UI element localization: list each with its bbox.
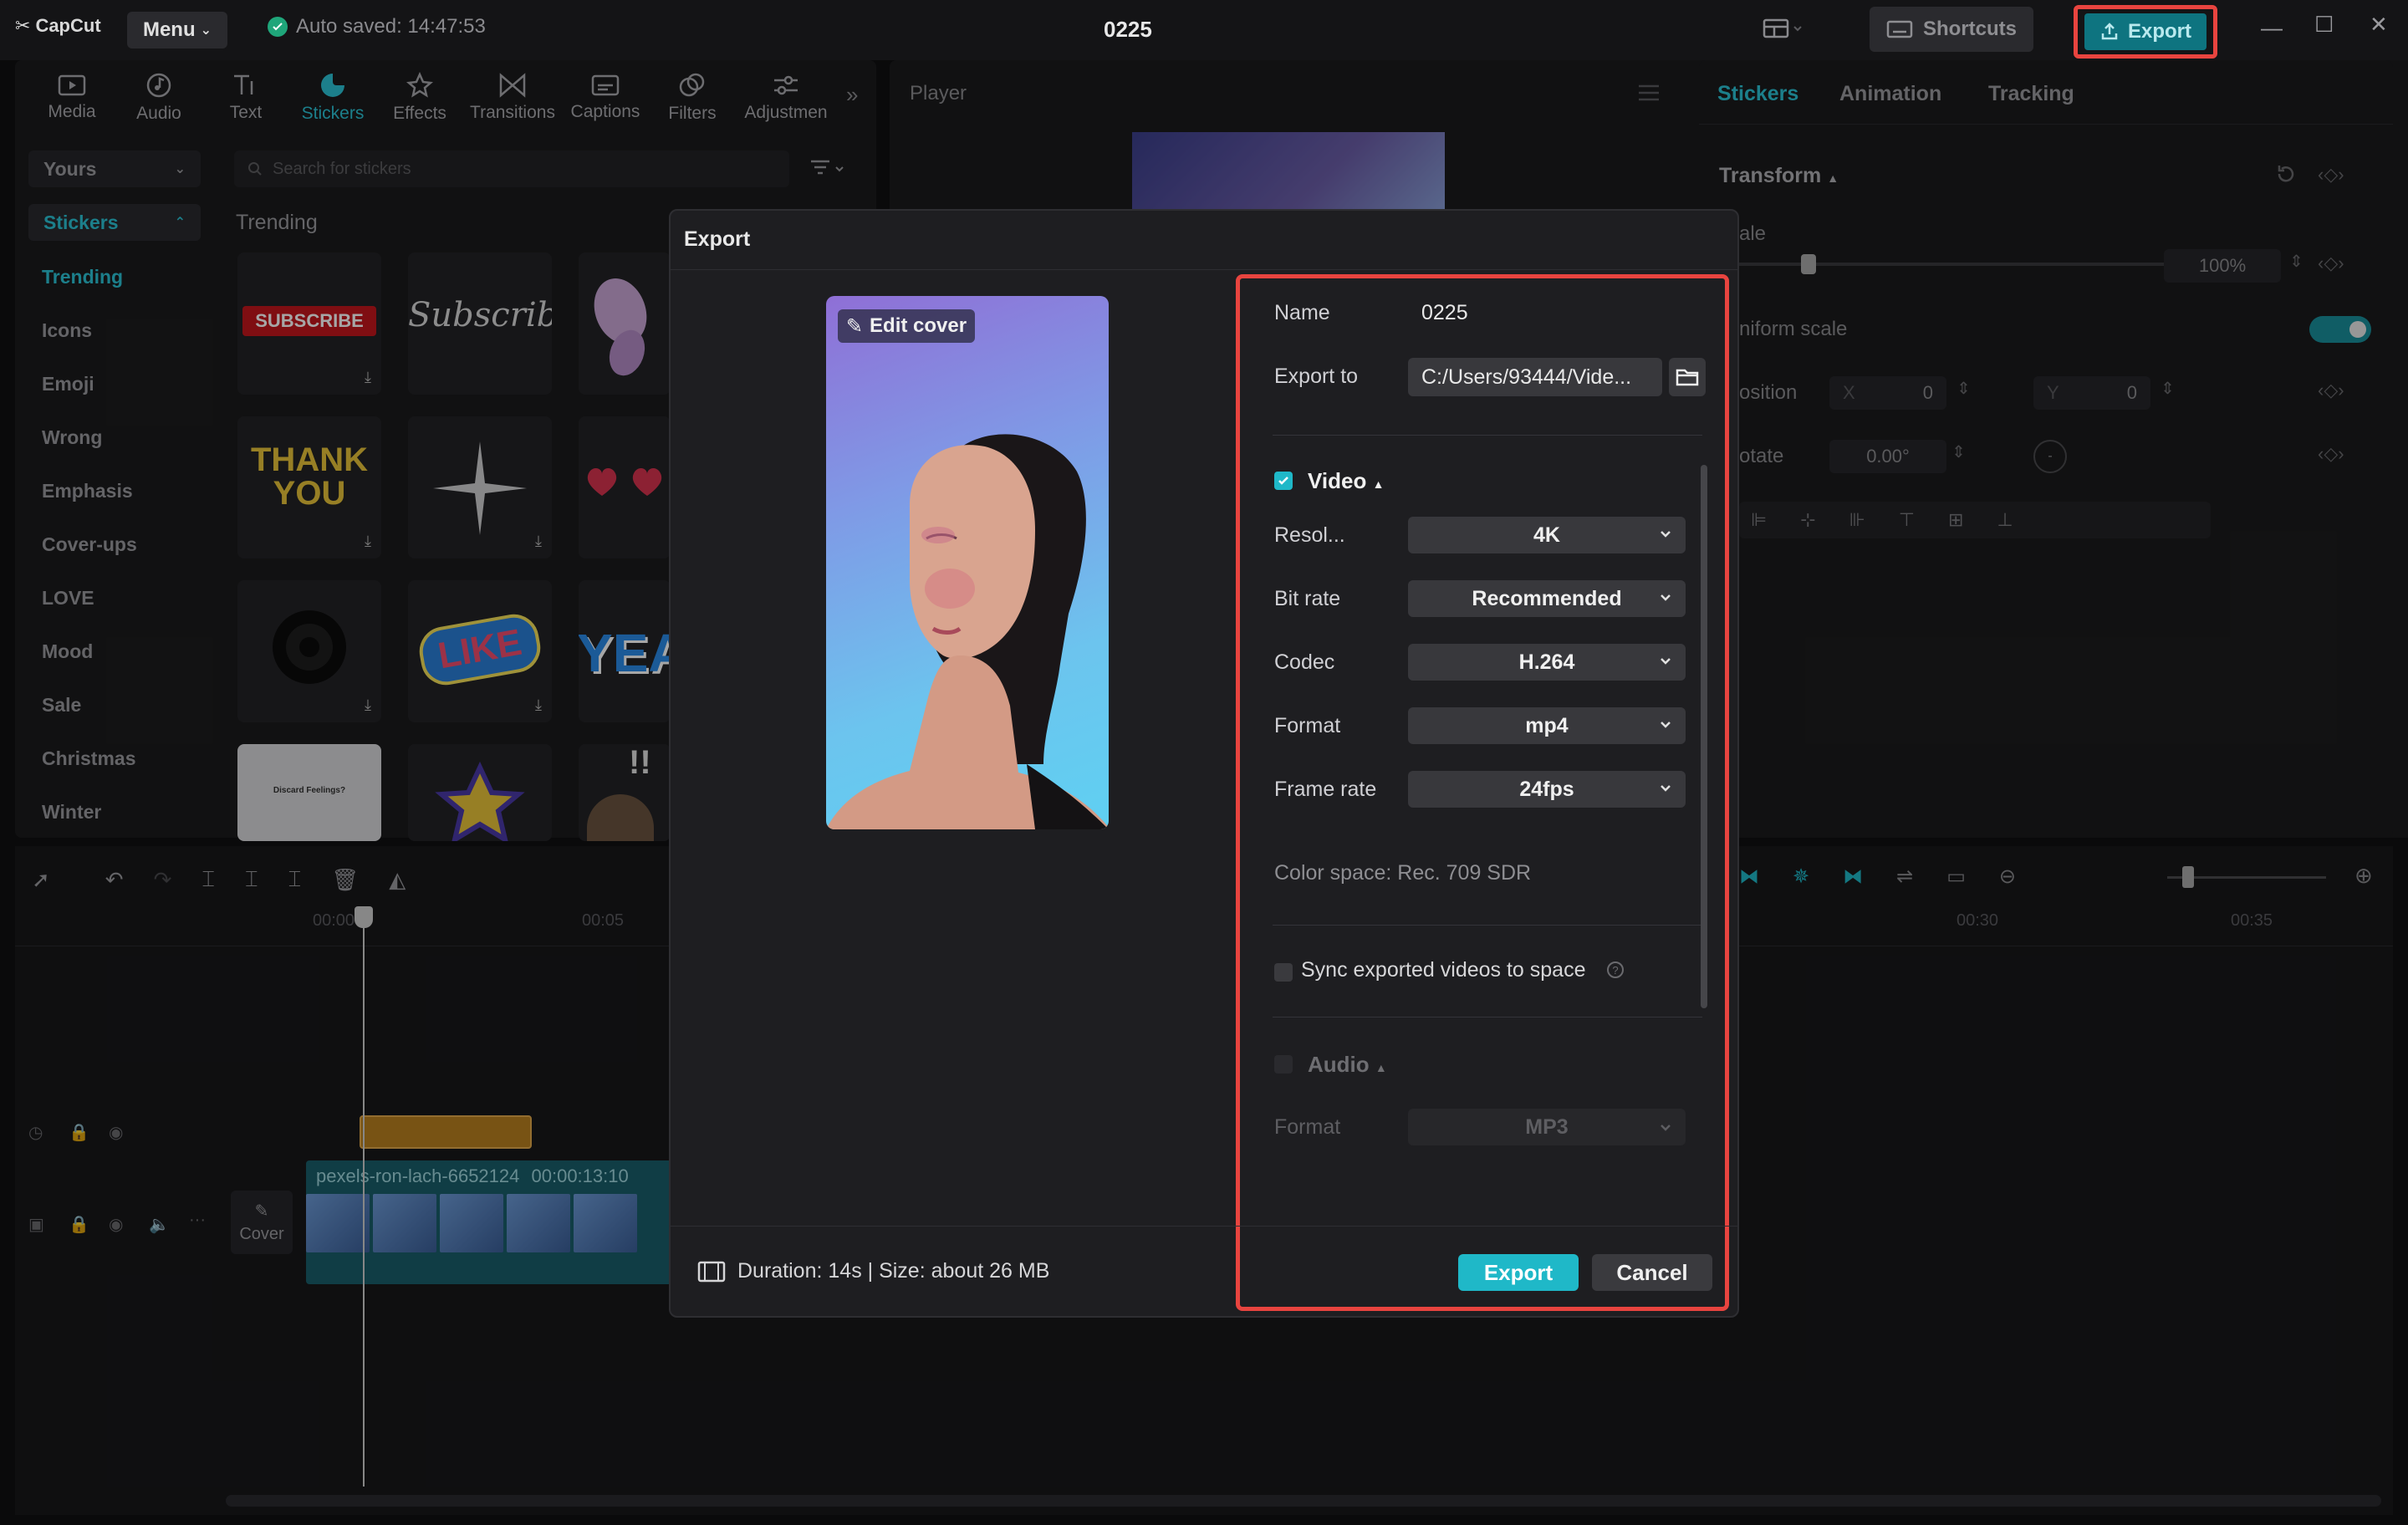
chevron-down-icon (1661, 722, 1671, 728)
name-label: Name (1274, 301, 1330, 324)
layout-icon[interactable] (1763, 17, 1803, 42)
frame-rate-dropdown[interactable]: 24fps (1408, 771, 1686, 808)
dialog-footer-divider (671, 1226, 1737, 1227)
caret-up-icon: ▲ (1375, 1061, 1387, 1074)
chevron-down-icon (1661, 1125, 1671, 1131)
name-input[interactable]: 0225 (1421, 301, 1468, 325)
resolution-dropdown[interactable]: 4K (1408, 517, 1686, 553)
section-divider (1273, 1017, 1702, 1018)
codec-dropdown[interactable]: H.264 (1408, 644, 1686, 681)
settings-scrollbar[interactable] (1701, 465, 1707, 1008)
film-icon (697, 1261, 726, 1282)
section-divider (1273, 435, 1702, 436)
shortcuts-button[interactable]: Shortcuts (1870, 7, 2033, 52)
video-checkbox[interactable] (1274, 472, 1293, 490)
export-button[interactable]: Export (1458, 1254, 1579, 1291)
export-path-input[interactable]: C:/Users/93444/Vide... (1408, 358, 1662, 396)
capcut-logo-icon: ✂ (15, 15, 31, 36)
chevron-down-icon (1661, 531, 1671, 538)
dialog-title: Export (684, 227, 751, 251)
export-to-label: Export to (1274, 365, 1359, 388)
video-section-header[interactable]: Video ▲ (1308, 468, 1384, 494)
folder-icon[interactable] (1669, 358, 1706, 396)
pencil-icon: ✎ (845, 314, 864, 338)
check-icon (1278, 477, 1288, 485)
format-label: Format (1274, 714, 1341, 737)
keyboard-icon (1886, 20, 1913, 38)
audio-format-label: Format (1274, 1115, 1341, 1139)
help-icon[interactable]: ? (1607, 961, 1624, 978)
autosave-status: Auto saved: 14:47:53 (268, 15, 486, 38)
codec-label: Codec (1274, 650, 1335, 674)
export-summary: Duration: 14s | Size: about 26 MB (697, 1259, 1049, 1283)
edit-cover-button[interactable]: ✎ Edit cover (838, 309, 975, 343)
minimize-icon[interactable]: — (2261, 15, 2283, 41)
menu-button[interactable]: Menu ⌄ (127, 12, 227, 48)
audio-section-header[interactable]: Audio ▲ (1308, 1052, 1387, 1078)
caret-up-icon: ▲ (1372, 477, 1385, 491)
audio-checkbox[interactable] (1274, 1055, 1293, 1074)
chevron-down-icon (1661, 658, 1671, 665)
cancel-button[interactable]: Cancel (1592, 1254, 1712, 1291)
cover-thumbnail[interactable] (826, 296, 1109, 829)
format-dropdown[interactable]: mp4 (1408, 707, 1686, 744)
check-icon (268, 17, 288, 37)
section-divider (1273, 925, 1702, 926)
project-title: 0225 (1104, 17, 1152, 42)
bit-rate-dropdown[interactable]: Recommended (1408, 580, 1686, 617)
sync-label: Sync exported videos to space (1301, 958, 1586, 982)
chevron-down-icon (1661, 594, 1671, 601)
dialog-divider (671, 269, 1737, 270)
maximize-icon[interactable]: ☐ (2314, 12, 2334, 38)
chevron-down-icon: ⌄ (200, 23, 212, 38)
sync-checkbox[interactable] (1274, 963, 1293, 982)
top-export-button[interactable]: Export (2074, 5, 2217, 59)
export-icon (2101, 23, 2118, 40)
close-icon[interactable]: ✕ (2370, 12, 2388, 38)
audio-format-dropdown[interactable]: MP3 (1408, 1109, 1686, 1145)
bit-rate-label: Bit rate (1274, 587, 1341, 610)
color-space-info: Color space: Rec. 709 SDR (1274, 861, 1532, 885)
chevron-down-icon (1661, 785, 1671, 792)
app-logo: ✂ CapCut (15, 15, 101, 36)
resolution-label: Resol... (1274, 523, 1345, 547)
frame-rate-label: Frame rate (1274, 778, 1377, 801)
portrait-image (826, 434, 1109, 829)
